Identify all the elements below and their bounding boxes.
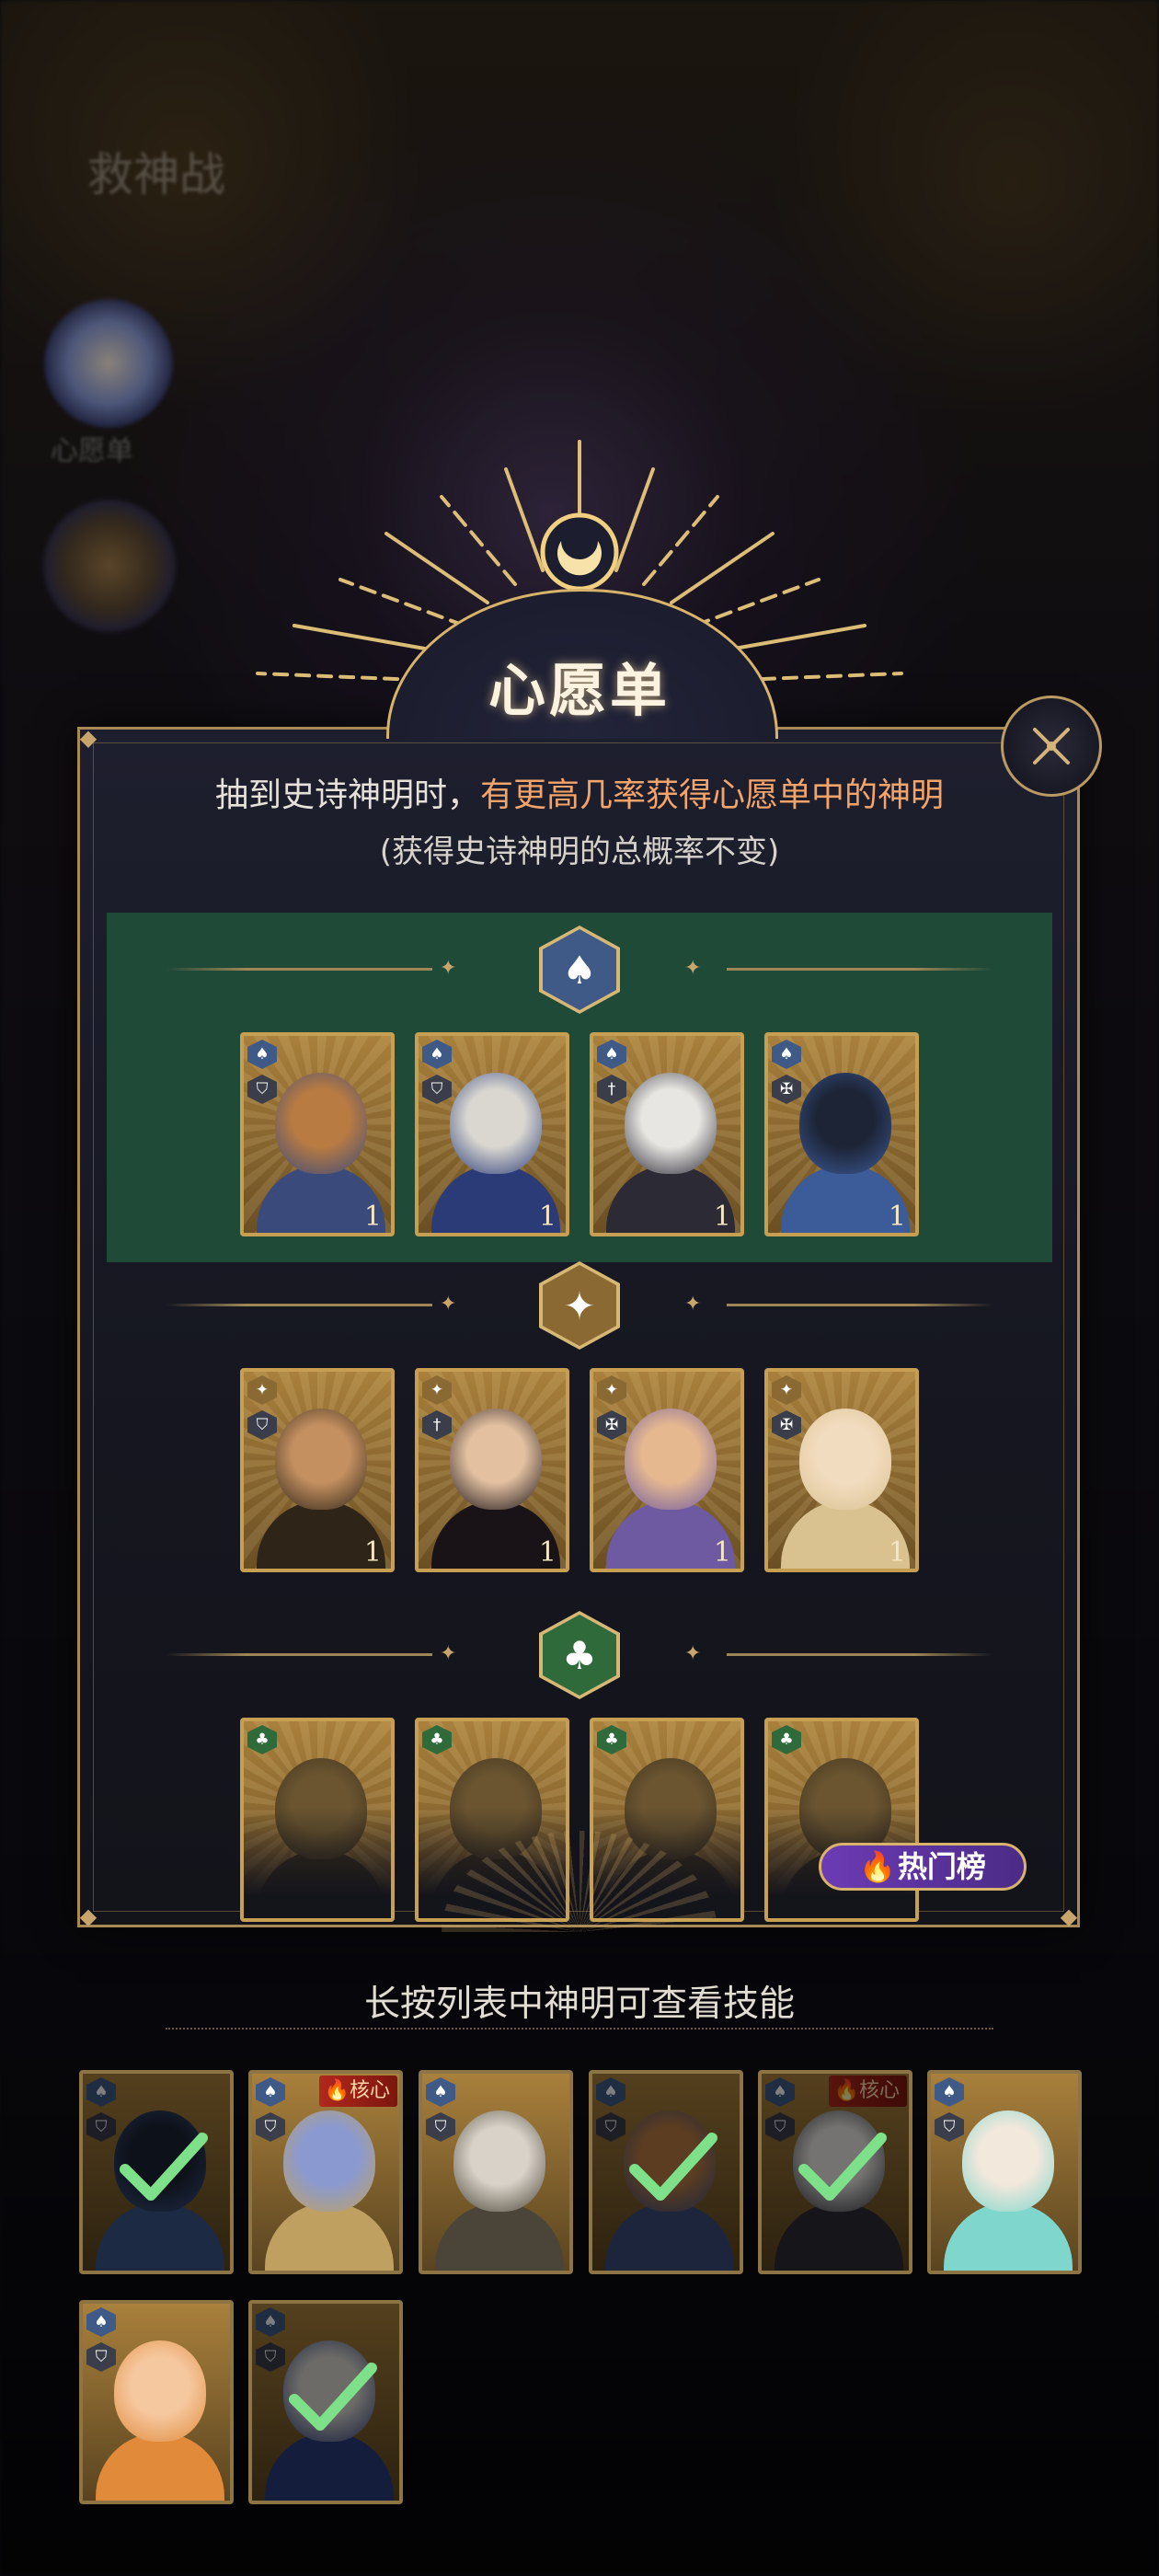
section-divider-right (727, 1304, 993, 1306)
checkmark-icon (798, 2133, 887, 2201)
god-portrait-face (799, 1409, 891, 1510)
modal-description-note: (获得史诗神明的总概率不变) (379, 834, 780, 870)
god-portrait-face (625, 1409, 717, 1510)
star-icon: ✦ (543, 1265, 616, 1346)
sparkle-icon: ✦ (684, 1293, 702, 1316)
sparkle-icon: ✦ (440, 1642, 457, 1665)
god-portrait-face (283, 2110, 375, 2212)
god-portrait-body (435, 2202, 564, 2271)
card-count: 1 (538, 1536, 557, 1569)
section-divider-left (166, 1304, 432, 1306)
card-count: 1 (538, 1201, 557, 1233)
corner-ornament: ◆ (79, 1903, 98, 1929)
god-portrait-face (275, 1409, 367, 1510)
god-portrait-face (453, 2110, 545, 2212)
shield-icon: ⛉ (426, 2112, 455, 2142)
sparkle-icon: ✦ (440, 957, 457, 980)
checkmark-icon (629, 2133, 717, 2201)
section-divider-left (166, 968, 432, 971)
god-card[interactable]: ♣ (240, 1718, 395, 1922)
card-fade-overlay (244, 1808, 391, 1918)
spade-icon: ♠ (256, 2077, 285, 2107)
long-press-hint: 长按列表中神明可查看技能 (363, 1984, 795, 2025)
core-badge: 🔥核心 (318, 2076, 397, 2107)
card-count: 1 (888, 1536, 906, 1569)
spade-icon: ♠ (543, 929, 616, 1010)
background-side-title: 救神战 (87, 148, 225, 201)
shield-icon: ⛉ (256, 2112, 285, 2142)
background-wishlist-icon (44, 299, 173, 428)
modal-description: 抽到史诗神明时，有更高几率获得心愿单中的神明 (0, 768, 1159, 816)
section-divider-left (166, 1653, 432, 1656)
section-divider-right (727, 1653, 993, 1656)
description-text: 抽到史诗神明时， (214, 776, 480, 814)
god-portrait-face (114, 2340, 206, 2442)
hot-ranking-label: 热门榜 (897, 1849, 986, 1884)
card-count: 1 (363, 1201, 382, 1233)
god-portrait-body (944, 2202, 1073, 2271)
corner-ornament: ◆ (79, 725, 98, 751)
modal-title: 心愿单 (488, 657, 671, 724)
sparkle-icon: ✦ (684, 957, 702, 980)
description-highlight: 有更高几率获得心愿单中的神明 (480, 776, 945, 814)
god-portrait-face (450, 1073, 542, 1174)
owned-god-card[interactable]: ♠⛉ (79, 2300, 234, 2504)
background-side-label: 心愿单 (51, 435, 133, 467)
owned-god-card[interactable]: ♠ ⛉ 🔥核心 (248, 2070, 403, 2274)
shield-icon: ⛉ (935, 2112, 964, 2142)
close-icon (1033, 728, 1070, 765)
card-count: 1 (363, 1536, 382, 1569)
god-portrait-face (625, 1073, 717, 1174)
sparkle-icon: ✦ (684, 1642, 702, 1665)
section-divider-right (727, 968, 993, 971)
god-card[interactable]: ✦ † 1 (415, 1368, 569, 1572)
checkmark-icon (289, 2363, 377, 2431)
god-portrait-face (275, 1073, 367, 1174)
hint-divider (166, 2028, 993, 2030)
owned-god-card[interactable]: ♠⛉ (79, 2070, 234, 2274)
spade-icon: ♠ (935, 2077, 964, 2107)
god-card[interactable]: ♣ (764, 1718, 919, 1922)
god-card[interactable]: ♠ ⛉ 1 (415, 1032, 569, 1236)
flame-icon: 🔥 (859, 1849, 896, 1884)
god-card[interactable]: ✦ ✠ 1 (764, 1368, 919, 1572)
god-portrait-body (96, 2432, 224, 2501)
owned-god-card[interactable]: ♠⛉ (419, 2070, 573, 2274)
god-portrait-face (962, 2110, 1054, 2212)
god-card[interactable]: ✦ ⛉ 1 (240, 1368, 395, 1572)
god-card[interactable]: ✦ ✠ 1 (590, 1368, 744, 1572)
card-count: 1 (888, 1201, 906, 1233)
owned-god-card[interactable]: ♠⛉ (589, 2070, 743, 2274)
shield-icon: ⛉ (86, 2342, 116, 2372)
spade-icon: ♠ (86, 2307, 116, 2337)
god-card[interactable]: ♠ ✠ 1 (764, 1032, 919, 1236)
corner-ornament: ◆ (1060, 1903, 1078, 1929)
card-count: 1 (713, 1536, 731, 1569)
god-portrait-body (265, 2202, 394, 2271)
sparkle-icon: ✦ (440, 1293, 457, 1316)
god-portrait-face (799, 1073, 891, 1174)
god-card[interactable]: ♠ ⛉ 1 (240, 1032, 395, 1236)
card-count: 1 (713, 1201, 731, 1233)
club-icon: ♣ (543, 1615, 616, 1696)
god-portrait-face (450, 1409, 542, 1510)
hot-ranking-button[interactable]: 🔥热门榜 (819, 1843, 1027, 1891)
owned-god-card[interactable]: ♠⛉ (248, 2300, 403, 2504)
checkmark-icon (120, 2133, 208, 2201)
owned-god-card[interactable]: ♠⛉🔥核心 (758, 2070, 912, 2274)
spade-icon: ♠ (426, 2077, 455, 2107)
background-shield-icon (40, 497, 178, 635)
owned-god-card[interactable]: ♠⛉ (927, 2070, 1082, 2274)
god-card[interactable]: ♠ † 1 (590, 1032, 744, 1236)
